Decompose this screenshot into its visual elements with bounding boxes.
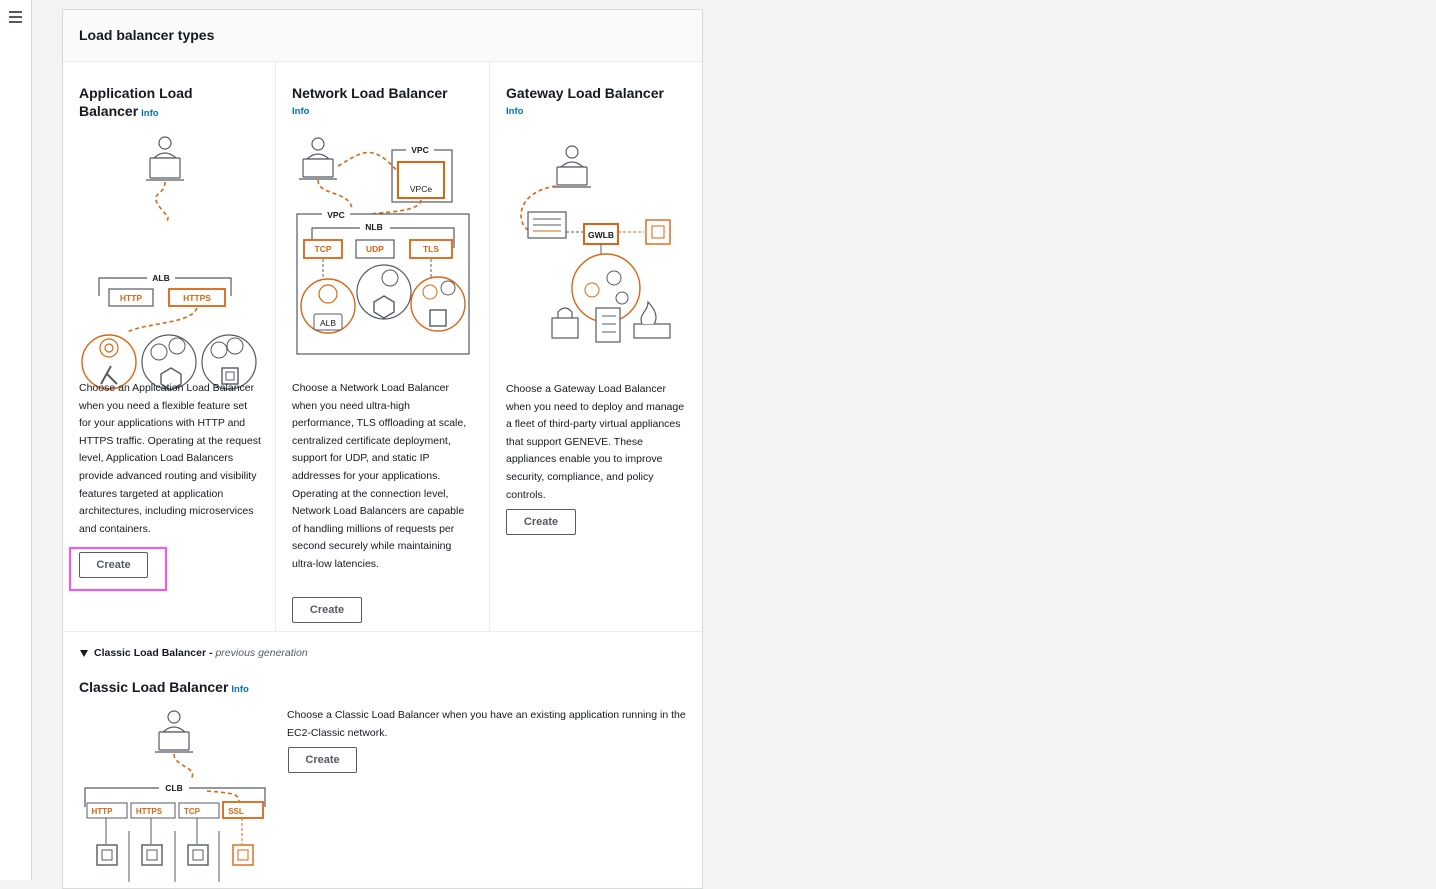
alb-card: Application Load Balancer Info ALB HTTP H… <box>63 62 276 631</box>
previous-generation-label: previous generation <box>215 647 308 659</box>
nlb-diagram-listener-udp: UDP <box>366 244 384 254</box>
gwlb-title: Gateway Load Balancer Info <box>506 84 686 121</box>
nlb-diagram-outer-vpc: VPC <box>411 145 428 155</box>
nlb-create-button[interactable]: Create <box>292 597 362 623</box>
nlb-diagram-target-alb: ALB <box>320 318 336 328</box>
clb-diagram-listener-tcp: TCP <box>184 807 201 816</box>
nlb-title-text: Network Load Balancer <box>292 85 448 101</box>
nlb-diagram: VPC VPCe VPC NLB TCP UDP TLS ALB <box>296 137 470 355</box>
gwlb-title-text: Gateway Load Balancer <box>506 85 664 101</box>
clb-diagram-listener-http: HTTP <box>92 807 114 816</box>
gwlb-create-button[interactable]: Create <box>506 509 576 535</box>
gwlb-card: Gateway Load Balancer Info GWLB Choose a… <box>490 62 702 631</box>
alb-info-link[interactable]: Info <box>141 108 158 119</box>
alb-diagram-listener-http: HTTP <box>120 293 143 303</box>
alb-diagram: ALB HTTP HTTPS <box>98 136 232 333</box>
classic-section-toggle[interactable]: Classic Load Balancer - previous generati… <box>80 647 308 659</box>
clb-title-text: Classic Load Balancer <box>79 679 229 695</box>
gwlb-info-link[interactable]: Info <box>506 103 686 121</box>
clb-diagram: CLB HTTP HTTPS TCP SSL <box>84 710 266 882</box>
nlb-title: Network Load Balancer Info <box>292 84 472 121</box>
alb-title: Application Load Balancer Info <box>79 84 259 123</box>
classic-toggle-label: Classic Load Balancer - <box>94 647 213 659</box>
alb-diagram-listener-https: HTTPS <box>183 293 211 303</box>
alb-description: Choose an Application Load Balancer when… <box>79 382 261 535</box>
nlb-diagram-endpoint: VPCe <box>410 184 432 194</box>
nlb-diagram-inner-vpc: VPC <box>327 210 344 220</box>
clb-description: Choose a Classic Load Balancer when you … <box>287 709 686 739</box>
load-balancer-types-panel: Load balancer types Application Load Bal… <box>62 9 703 889</box>
load-balancer-cards: Application Load Balancer Info ALB HTTP H… <box>63 62 702 632</box>
gwlb-diagram-gateway: GWLB <box>588 230 614 240</box>
clb-diagram-gateway: CLB <box>165 783 182 793</box>
nlb-diagram-gateway: NLB <box>365 222 382 232</box>
clb-info-link[interactable]: Info <box>231 684 248 695</box>
nlb-diagram-listener-tls: TLS <box>423 244 439 254</box>
hamburger-menu-icon[interactable] <box>9 11 22 23</box>
nlb-card: Network Load Balancer Info VPC VPCe VPC … <box>276 62 490 631</box>
nlb-info-link[interactable]: Info <box>292 103 472 121</box>
panel-title: Load balancer types <box>79 27 215 43</box>
clb-title: Classic Load Balancer Info <box>79 679 249 695</box>
caret-down-icon <box>80 649 88 657</box>
alb-title-text: Application Load Balancer <box>79 85 193 119</box>
clb-diagram-listener-https: HTTPS <box>136 807 163 816</box>
clb-diagram-listener-ssl: SSL <box>228 807 244 816</box>
side-navigation-rail <box>0 0 32 880</box>
clb-create-button[interactable]: Create <box>288 747 357 773</box>
gwlb-diagram: GWLB <box>520 145 671 343</box>
panel-header: Load balancer types <box>63 10 702 62</box>
nlb-diagram-listener-tcp: TCP <box>315 244 332 254</box>
alb-diagram-gateway-label: ALB <box>152 273 169 283</box>
gwlb-description: Choose a Gateway Load Balancer when you … <box>506 383 685 501</box>
nlb-description: Choose a Network Load Balancer when you … <box>292 382 467 570</box>
alb-create-button[interactable]: Create <box>79 552 148 578</box>
